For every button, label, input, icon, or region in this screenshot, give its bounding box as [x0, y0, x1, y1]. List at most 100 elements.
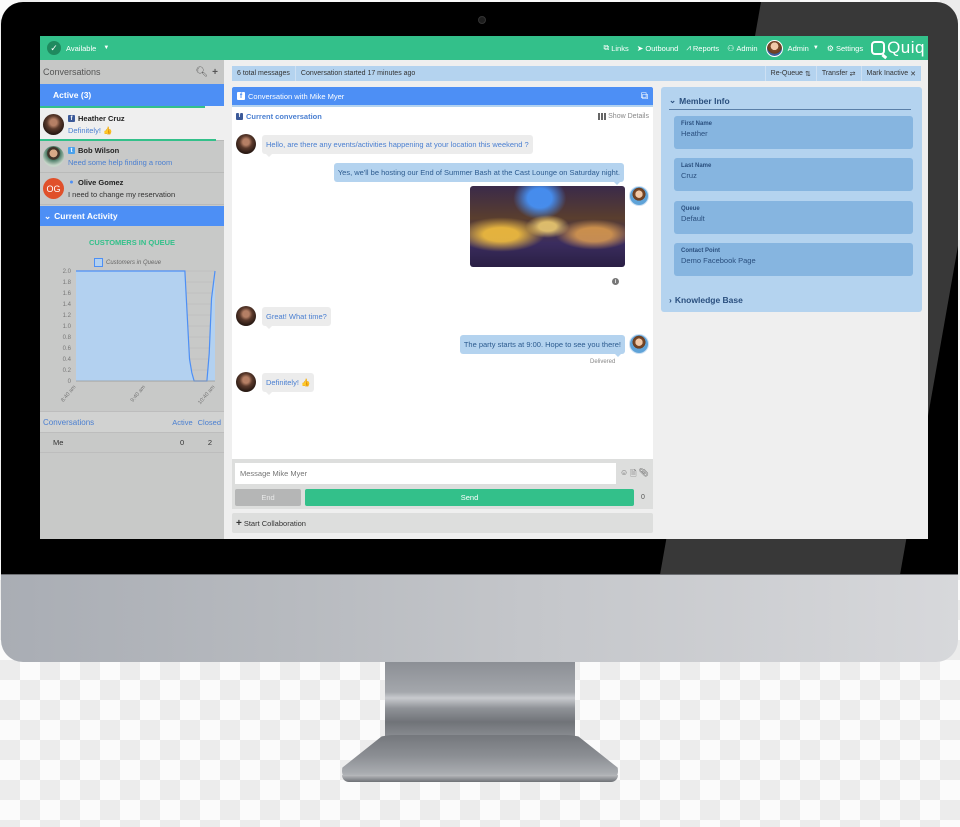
end-button[interactable]: End: [235, 489, 301, 506]
monitor-stand-lip: [342, 775, 618, 782]
caret-down-icon: ▼: [812, 45, 819, 51]
start-collaboration-button[interactable]: + Start Collaboration: [232, 513, 653, 533]
transfer-icon: ⇄: [849, 70, 856, 78]
facebook-icon: f: [237, 92, 245, 100]
avatar: OG: [43, 178, 64, 199]
knowledge-base-header[interactable]: › Knowledge Base: [669, 295, 743, 305]
requeue-button[interactable]: Re-Queue ⇅: [764, 66, 816, 81]
top-nav-bar: ✓ Available ▼ ⧉ Links ➤ Outbound ⩘ Repor…: [40, 36, 928, 60]
quiq-logo-mark: [871, 41, 886, 55]
line-chart-icon: ⩘: [686, 43, 691, 52]
field-first-name[interactable]: First Name Heather: [674, 116, 913, 149]
copy-icon[interactable]: ⧉: [641, 91, 648, 102]
requeue-icon: ⇅: [804, 70, 811, 78]
nav-reports-label: Reports: [692, 43, 720, 53]
message-bubble: The party starts at 9:00. Hope to see yo…: [459, 334, 625, 357]
field-contact-point[interactable]: Contact Point Demo Facebook Page: [674, 243, 913, 276]
field-value: Default: [681, 214, 705, 223]
y-tick-label: 1.4: [63, 302, 72, 308]
availability-dropdown[interactable]: ✓ Available ▼: [47, 41, 109, 55]
conversation-header: f Conversation with Mike Myer ⧉: [232, 87, 653, 107]
current-conversation-text: Current conversation: [246, 111, 322, 121]
paperclip-icon[interactable]: 📎︎: [639, 468, 649, 482]
stats-row-label: Me: [53, 438, 64, 447]
delivery-status: Delivered: [590, 359, 616, 365]
y-tick-label: 0.6: [63, 346, 72, 352]
field-value: Cruz: [681, 171, 697, 180]
y-tick-label: 0.4: [63, 357, 72, 363]
current-activity-header[interactable]: ⌄ Current Activity: [40, 206, 224, 226]
field-queue[interactable]: Queue Default: [674, 201, 913, 234]
stats-col-closed: Closed: [197, 417, 221, 427]
conversation-name: Olive Gomez: [78, 178, 124, 187]
search-icon[interactable]: 🔍︎: [195, 67, 208, 78]
conversation-preview: I need to change my reservation: [68, 190, 176, 199]
external-link-icon: ⧉: [603, 43, 610, 52]
plus-icon[interactable]: +: [212, 67, 218, 78]
y-tick-label: 1.8: [63, 280, 72, 286]
paper-plane-icon: ➤: [636, 43, 644, 53]
nav-outbound[interactable]: ➤ Outbound: [637, 44, 679, 53]
active-conversations-header[interactable]: Active (3): [40, 84, 224, 106]
avatar: [236, 372, 256, 392]
y-tick-label: 2.0: [63, 269, 72, 275]
conversation-item[interactable]: t Bob Wilson Need some help finding a ro…: [40, 141, 224, 173]
conversation-item[interactable]: f Heather Cruz Definitely! 👍: [40, 109, 224, 141]
apple-icon: ●: [69, 179, 74, 186]
sidebar-title: Conversations: [43, 67, 101, 77]
x-tick-label: 9:40 am: [130, 384, 148, 403]
avatar: [43, 146, 64, 167]
agent-avatar: [629, 186, 649, 206]
show-details-button[interactable]: Show Details: [598, 112, 649, 120]
member-info-panel: ⌄ Member Info First Name Heather Last Na…: [661, 87, 922, 312]
close-icon: ✕: [910, 70, 916, 78]
field-value: Demo Facebook Page: [681, 256, 756, 265]
mark-inactive-button[interactable]: Mark Inactive ✕: [860, 66, 922, 81]
conversation-item[interactable]: OG ● Olive Gomez I need to change my res…: [40, 173, 224, 205]
total-messages: 6 total messages: [232, 66, 296, 81]
start-collaboration-label: Start Collaboration: [243, 518, 306, 528]
avatar: [236, 306, 256, 326]
conversation-name: Heather Cruz: [78, 114, 125, 123]
nav-reports[interactable]: ⩘ Reports: [686, 43, 719, 53]
quiq-logo: Quiq: [871, 38, 925, 58]
conversation-title: Conversation with Mike Myer: [248, 91, 345, 101]
message-bubble: Hello, are there any events/activities h…: [262, 134, 533, 157]
monitor-chin: [1, 574, 958, 662]
emoji-icon[interactable]: ☺: [620, 468, 628, 482]
sidebar-header: Conversations 🔍︎ +: [40, 60, 224, 84]
table-icon: [598, 112, 607, 120]
agent-avatar: [629, 334, 649, 354]
document-icon[interactable]: 🗎: [630, 468, 636, 482]
conversation-preview: Need some help finding a room: [68, 158, 173, 167]
field-last-name[interactable]: Last Name Cruz: [674, 158, 913, 191]
nav-settings[interactable]: ⚙ Settings: [827, 44, 863, 53]
member-info-header[interactable]: ⌄ Member Info: [669, 92, 911, 110]
nav-admin[interactable]: ⚇ Admin: [727, 44, 757, 53]
monitor-stand-neck: [385, 662, 575, 737]
transfer-button[interactable]: Transfer ⇄: [815, 66, 861, 81]
field-label: Queue: [681, 206, 700, 212]
y-tick-label: 1.0: [63, 324, 72, 330]
message-item: Hello, are there any events/activities h…: [236, 134, 533, 157]
info-icon[interactable]: i: [612, 278, 619, 285]
conversation-info-bar: 6 total messages Conversation started 17…: [232, 66, 921, 81]
message-input[interactable]: [235, 463, 616, 484]
nav-settings-label: Settings: [835, 43, 864, 53]
user-avatar[interactable]: [765, 39, 783, 57]
x-tick-label: 10:40 am: [197, 384, 217, 406]
nav-links[interactable]: ⧉ Links: [603, 43, 628, 53]
current-conversation-label: f Current conversation: [236, 112, 322, 121]
user-menu-dropdown[interactable]: Admin ▼: [788, 44, 819, 53]
active-count-label: Active (3): [53, 90, 92, 100]
conversation-started: Conversation started 17 minutes ago: [300, 70, 416, 77]
availability-label: Available: [66, 43, 97, 53]
queue-chart: CUSTOMERS IN QUEUE Customers in Queue 00…: [40, 226, 224, 411]
chevron-down-icon: ⌄: [669, 95, 677, 105]
y-tick-label: 0.2: [63, 368, 72, 374]
shared-image[interactable]: [470, 186, 625, 267]
current-activity-label: Current Activity: [54, 211, 118, 221]
field-value: Heather: [681, 129, 708, 138]
users-icon: ⚇: [727, 43, 735, 53]
send-button[interactable]: Send: [305, 489, 634, 506]
